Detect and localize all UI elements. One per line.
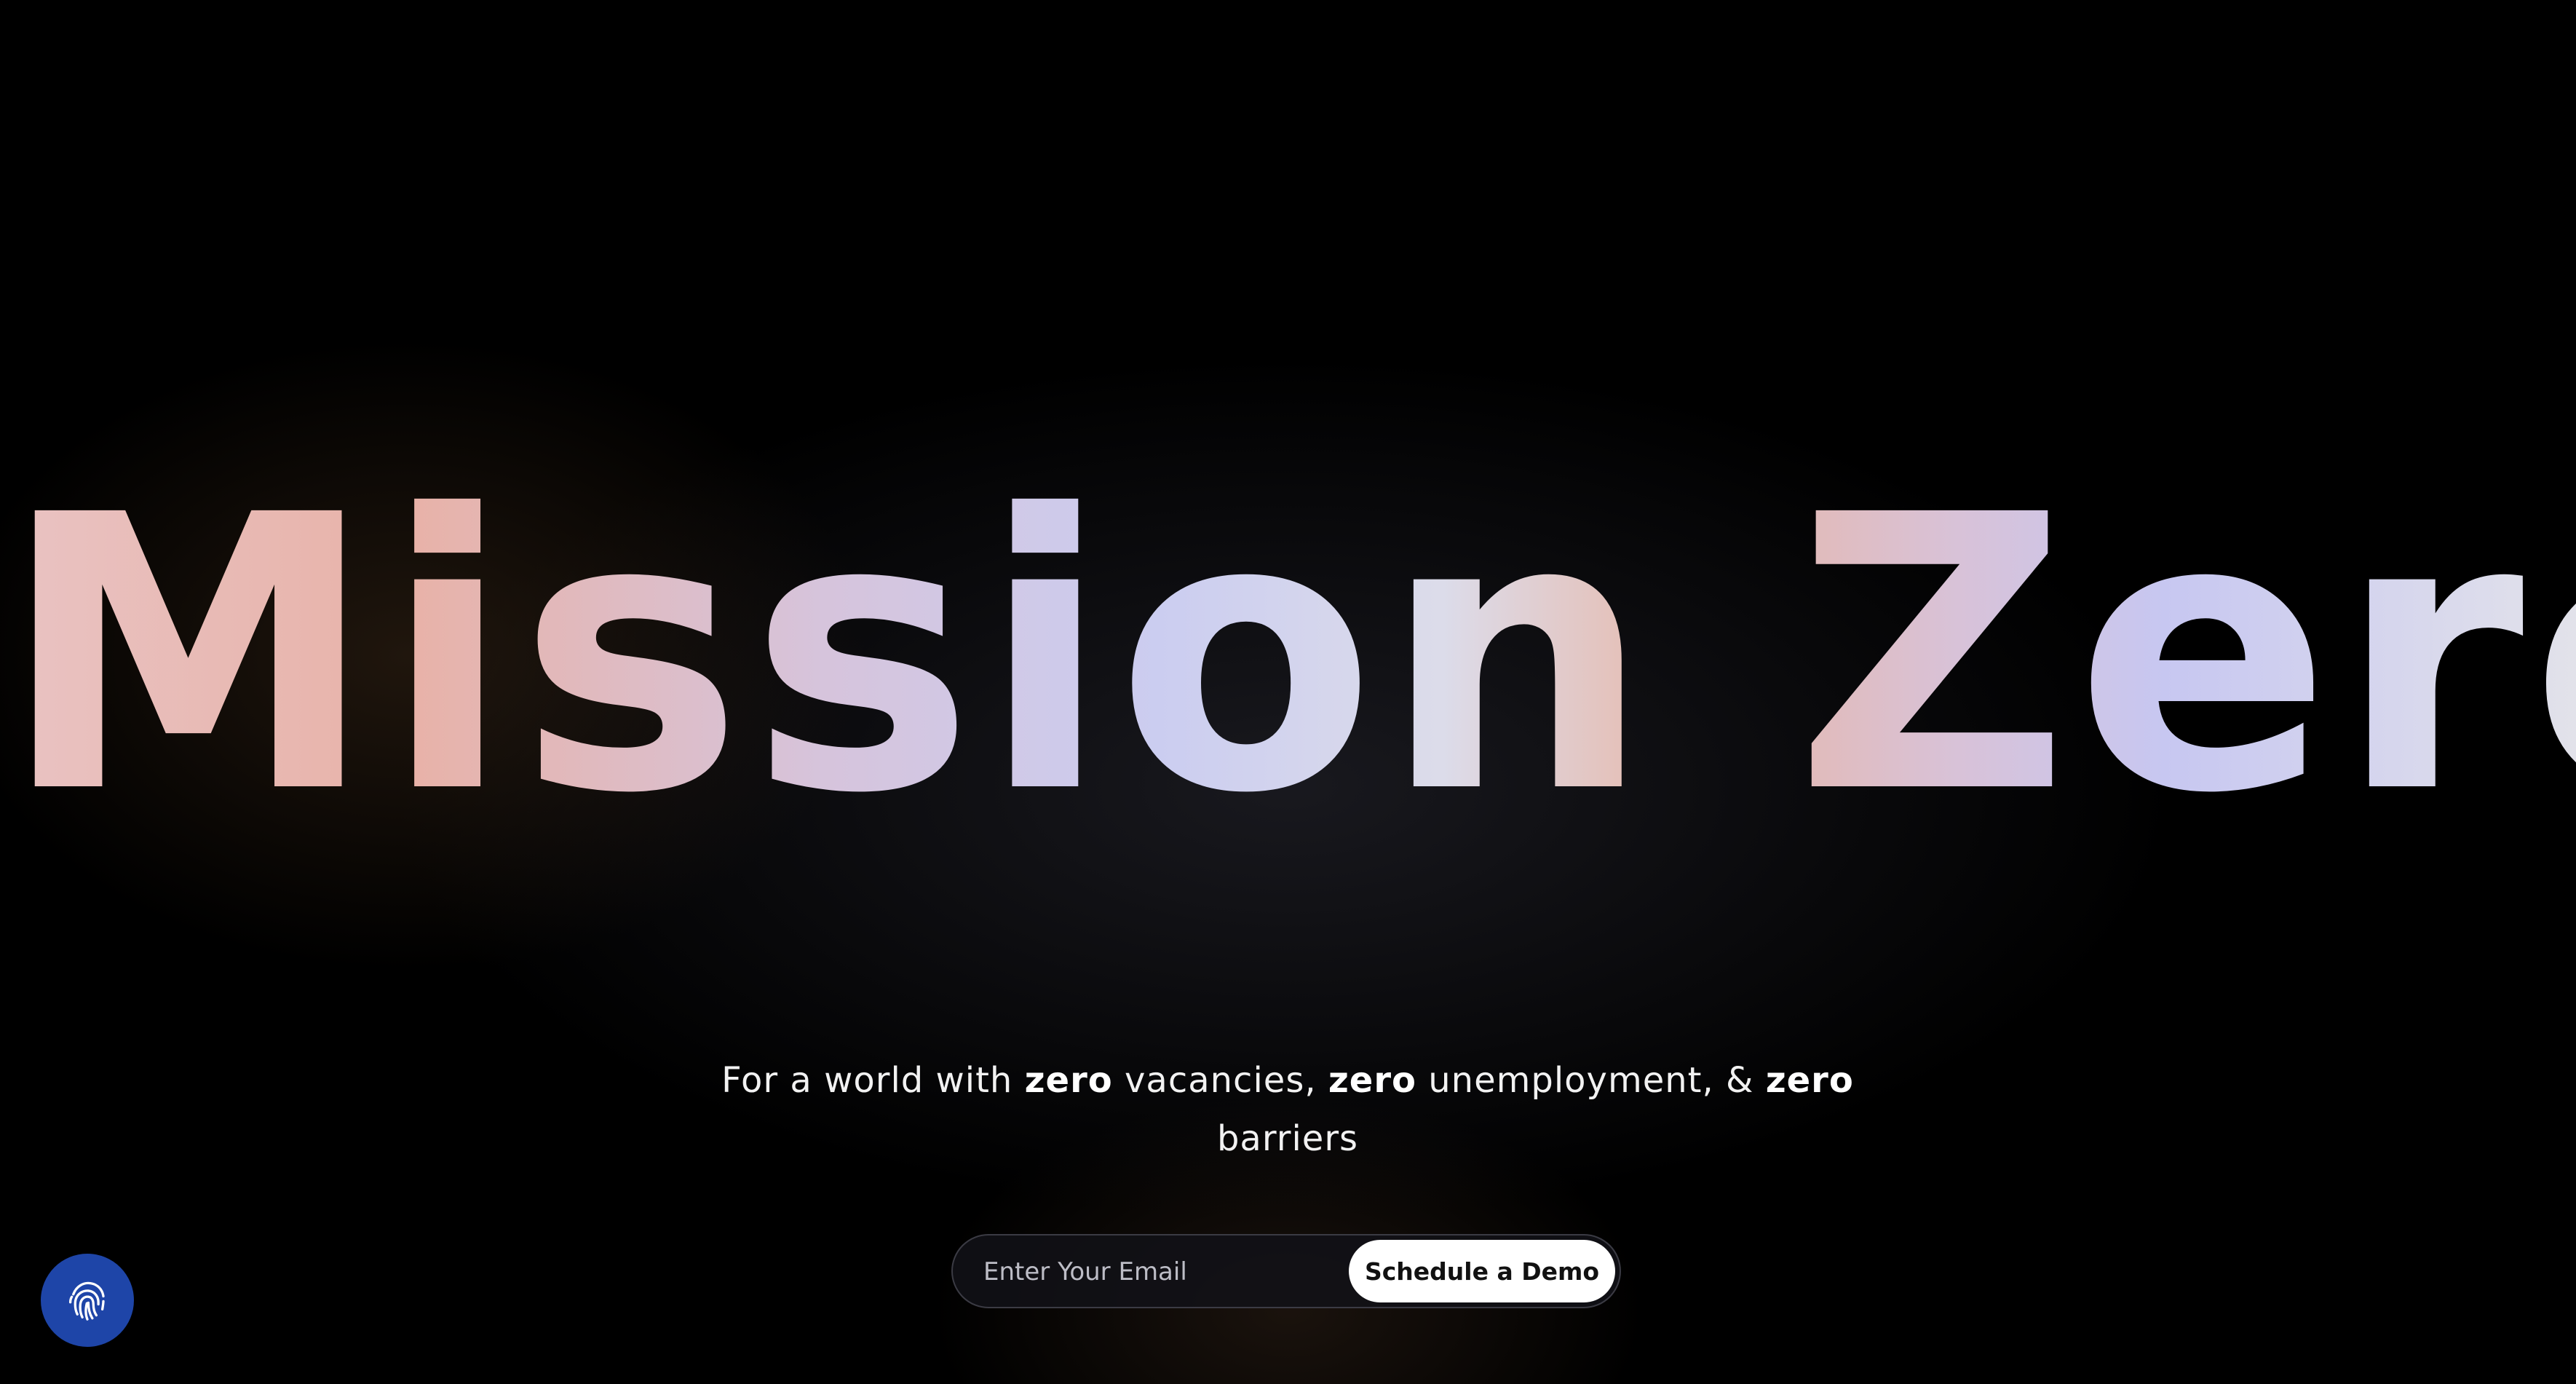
landing-page: Mission Zero For a world with zero vacan… <box>0 0 2576 1384</box>
tagline-text: barriers <box>1216 1118 1359 1159</box>
fingerprint-button[interactable] <box>41 1254 134 1347</box>
tagline-text: unemployment, & <box>1416 1060 1766 1101</box>
schedule-demo-button[interactable]: Schedule a Demo <box>1349 1240 1615 1302</box>
tagline-text: vacancies, <box>1112 1060 1328 1101</box>
email-signup-form: Schedule a Demo <box>951 1234 1621 1308</box>
hero-title: Mission Zero <box>0 435 2576 876</box>
fingerprint-icon <box>68 1281 105 1321</box>
tagline: For a world with zero vacancies, zero un… <box>633 1051 1943 1168</box>
tagline-emphasis: zero <box>1024 1060 1113 1101</box>
email-input[interactable] <box>982 1249 1334 1295</box>
tagline-emphasis: zero <box>1328 1060 1416 1101</box>
tagline-emphasis: zero <box>1765 1060 1854 1101</box>
tagline-text: For a world with <box>721 1060 1025 1101</box>
